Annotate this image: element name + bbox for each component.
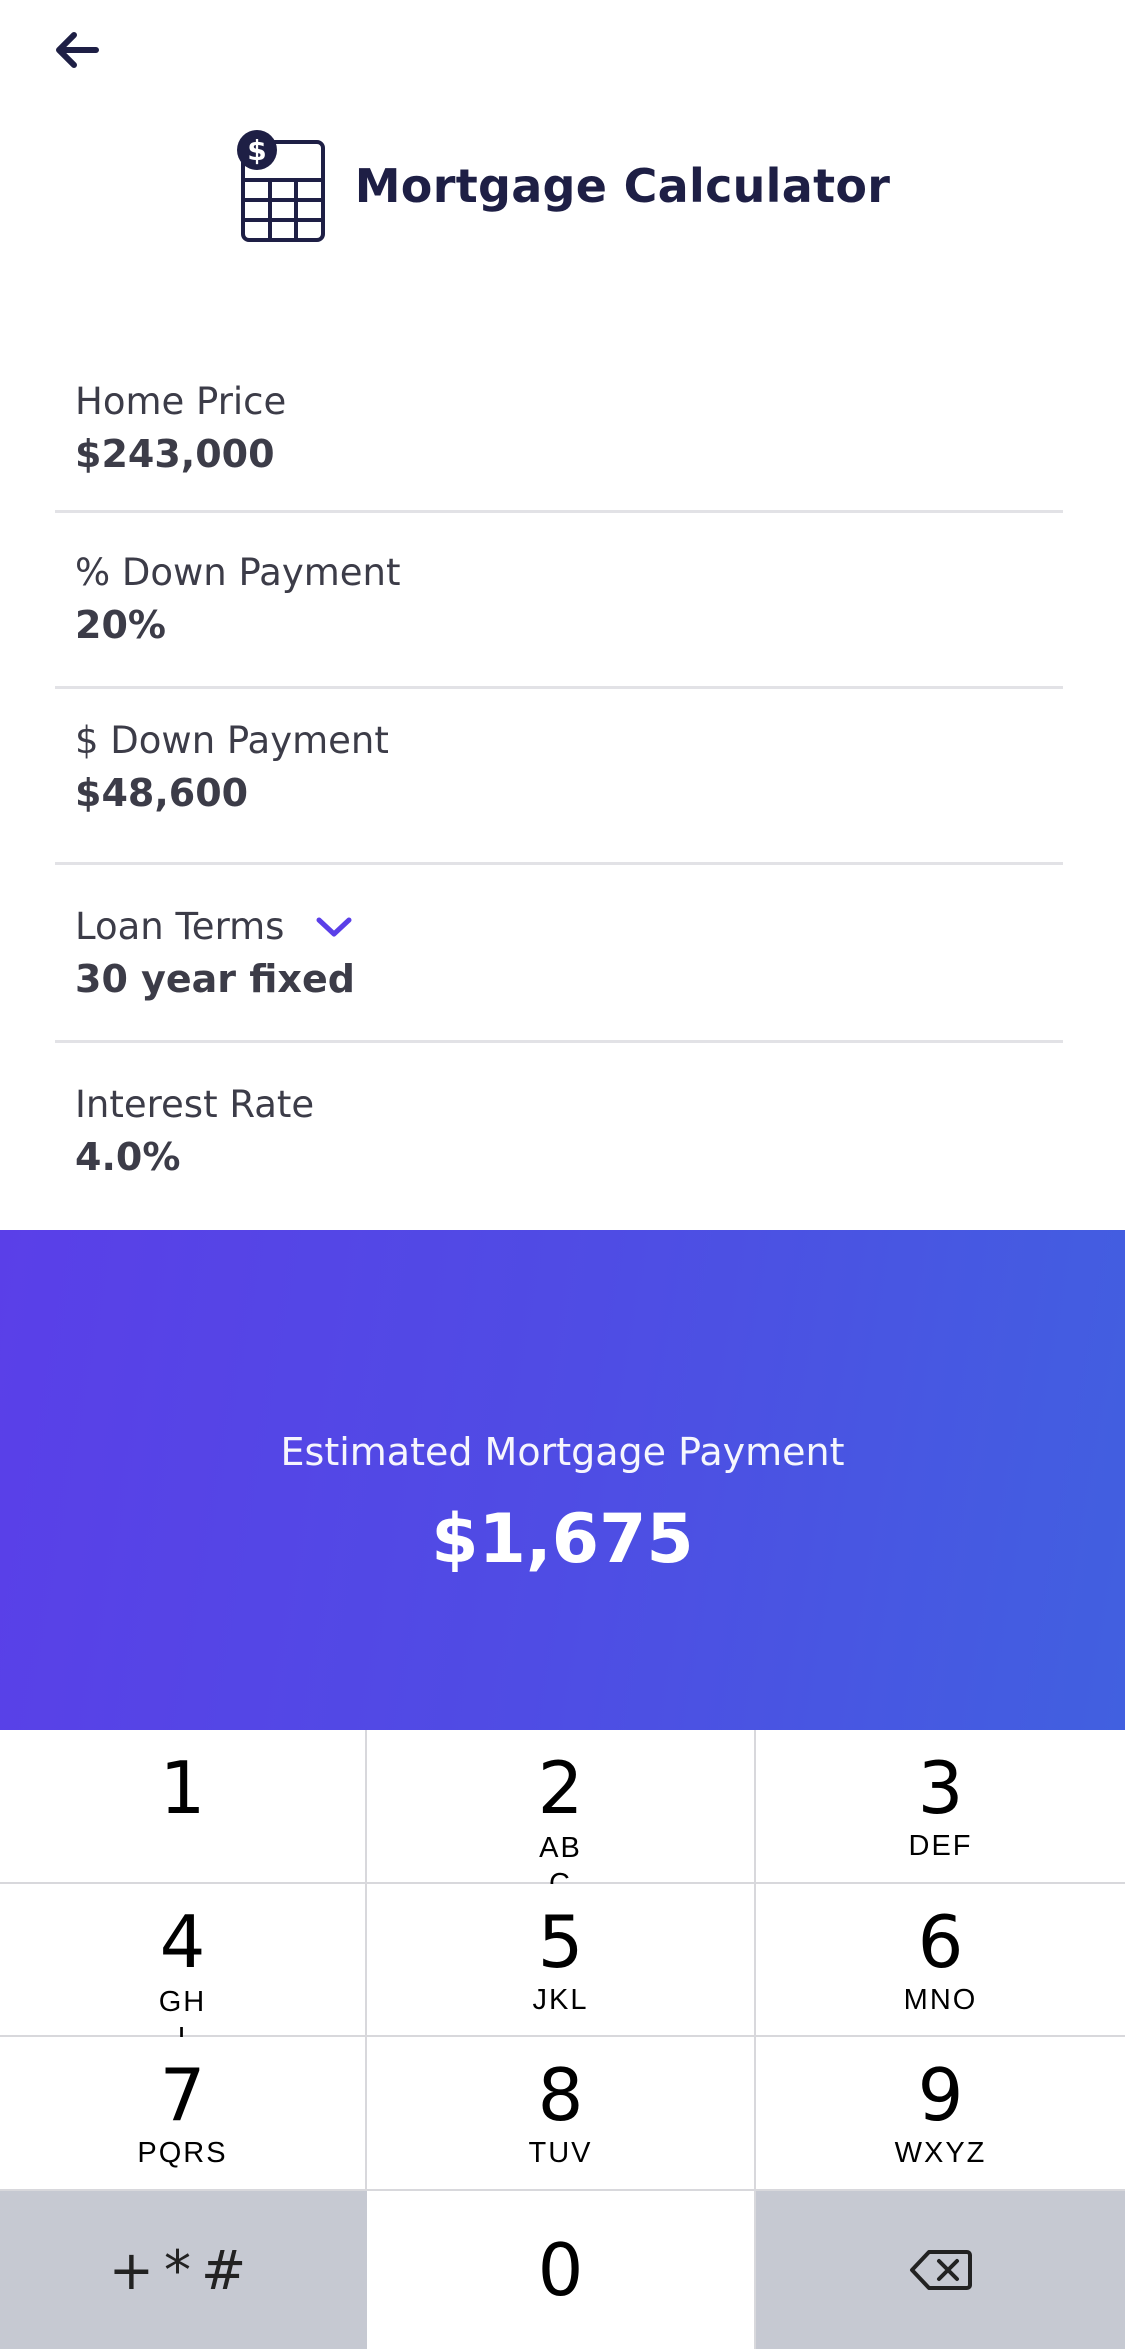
key-3[interactable]: 3 DEF xyxy=(756,1730,1125,1884)
key-digit: 7 xyxy=(159,2053,206,2137)
field-value[interactable]: 4.0% xyxy=(75,1135,1063,1181)
key-digit: 4 xyxy=(159,1900,206,1984)
result-value: $1,675 xyxy=(431,1500,694,1579)
calculator-form: Home Price $243,000 % Down Payment 20% $… xyxy=(55,358,1063,1213)
delete-key[interactable] xyxy=(756,2191,1125,2349)
key-letters: DEF xyxy=(908,1830,973,1862)
estimated-payment-banner: Estimated Mortgage Payment $1,675 xyxy=(0,1230,1125,1730)
page-title: Mortgage Calculator xyxy=(354,159,891,213)
down-payment-amount-field[interactable]: $ Down Payment $48,600 xyxy=(55,689,1063,865)
key-digit: 8 xyxy=(537,2053,584,2137)
symbols-label: +*# xyxy=(108,2238,257,2302)
key-5[interactable]: 5 JKL xyxy=(367,1884,756,2037)
page-header: $ Mortgage Calculator xyxy=(0,126,1125,246)
key-digit: 3 xyxy=(917,1746,964,1830)
key-6[interactable]: 6 MNO xyxy=(756,1884,1125,2037)
field-label-row: Loan Terms xyxy=(75,905,1063,949)
back-button[interactable] xyxy=(48,24,104,76)
backspace-icon xyxy=(909,2250,972,2290)
key-digit: 6 xyxy=(917,1900,964,1984)
arrow-left-icon xyxy=(56,32,99,68)
key-7[interactable]: 7 PQRS xyxy=(0,2037,367,2191)
key-digit: 5 xyxy=(537,1900,584,1984)
symbols-key[interactable]: +*# xyxy=(0,2191,367,2349)
svg-text:$: $ xyxy=(247,134,266,167)
key-digit: 1 xyxy=(159,1746,206,1830)
key-digit: 0 xyxy=(537,2228,584,2312)
field-label: % Down Payment xyxy=(75,551,401,594)
numeric-keypad: 1 2 ABC 3 DEF 4 GHI 5 JKL 6 MNO 7 PQRS 8… xyxy=(0,1730,1125,2349)
field-label: Loan Terms xyxy=(75,905,285,948)
field-value[interactable]: $243,000 xyxy=(75,432,1063,478)
home-price-field[interactable]: Home Price $243,000 xyxy=(55,358,1063,513)
field-value[interactable]: $48,600 xyxy=(75,771,1063,817)
key-digit: 2 xyxy=(537,1746,584,1830)
key-letters: TUV xyxy=(528,2137,593,2169)
key-digit: 9 xyxy=(917,2053,964,2137)
key-letters: PQRS xyxy=(137,2137,228,2169)
mortgage-calculator-screen: $ Mortgage Calculator Home Price $243,00… xyxy=(0,0,1125,2349)
down-payment-percent-field[interactable]: % Down Payment 20% xyxy=(55,513,1063,689)
field-value[interactable]: 30 year fixed xyxy=(75,957,1063,1003)
key-1[interactable]: 1 xyxy=(0,1730,367,1884)
chevron-down-icon[interactable] xyxy=(314,913,354,941)
key-2[interactable]: 2 ABC xyxy=(367,1730,756,1900)
field-label: Home Price xyxy=(75,380,287,423)
field-value[interactable]: 20% xyxy=(75,603,1063,649)
key-8[interactable]: 8 TUV xyxy=(367,2037,756,2191)
key-letters: MNO xyxy=(903,1984,978,2016)
key-0[interactable]: 0 xyxy=(367,2191,756,2349)
key-letters: WXYZ xyxy=(894,2137,987,2169)
key-9[interactable]: 9 WXYZ xyxy=(756,2037,1125,2191)
interest-rate-field[interactable]: Interest Rate 4.0% xyxy=(55,1043,1063,1213)
result-label: Estimated Mortgage Payment xyxy=(280,1430,845,1474)
dollar-grid-icon: $ xyxy=(236,130,325,242)
field-label: $ Down Payment xyxy=(75,719,389,762)
key-4[interactable]: 4 GHI xyxy=(0,1884,367,2054)
loan-terms-field[interactable]: Loan Terms 30 year fixed xyxy=(55,865,1063,1043)
field-label: Interest Rate xyxy=(75,1083,315,1126)
key-letters: JKL xyxy=(532,1984,589,2016)
